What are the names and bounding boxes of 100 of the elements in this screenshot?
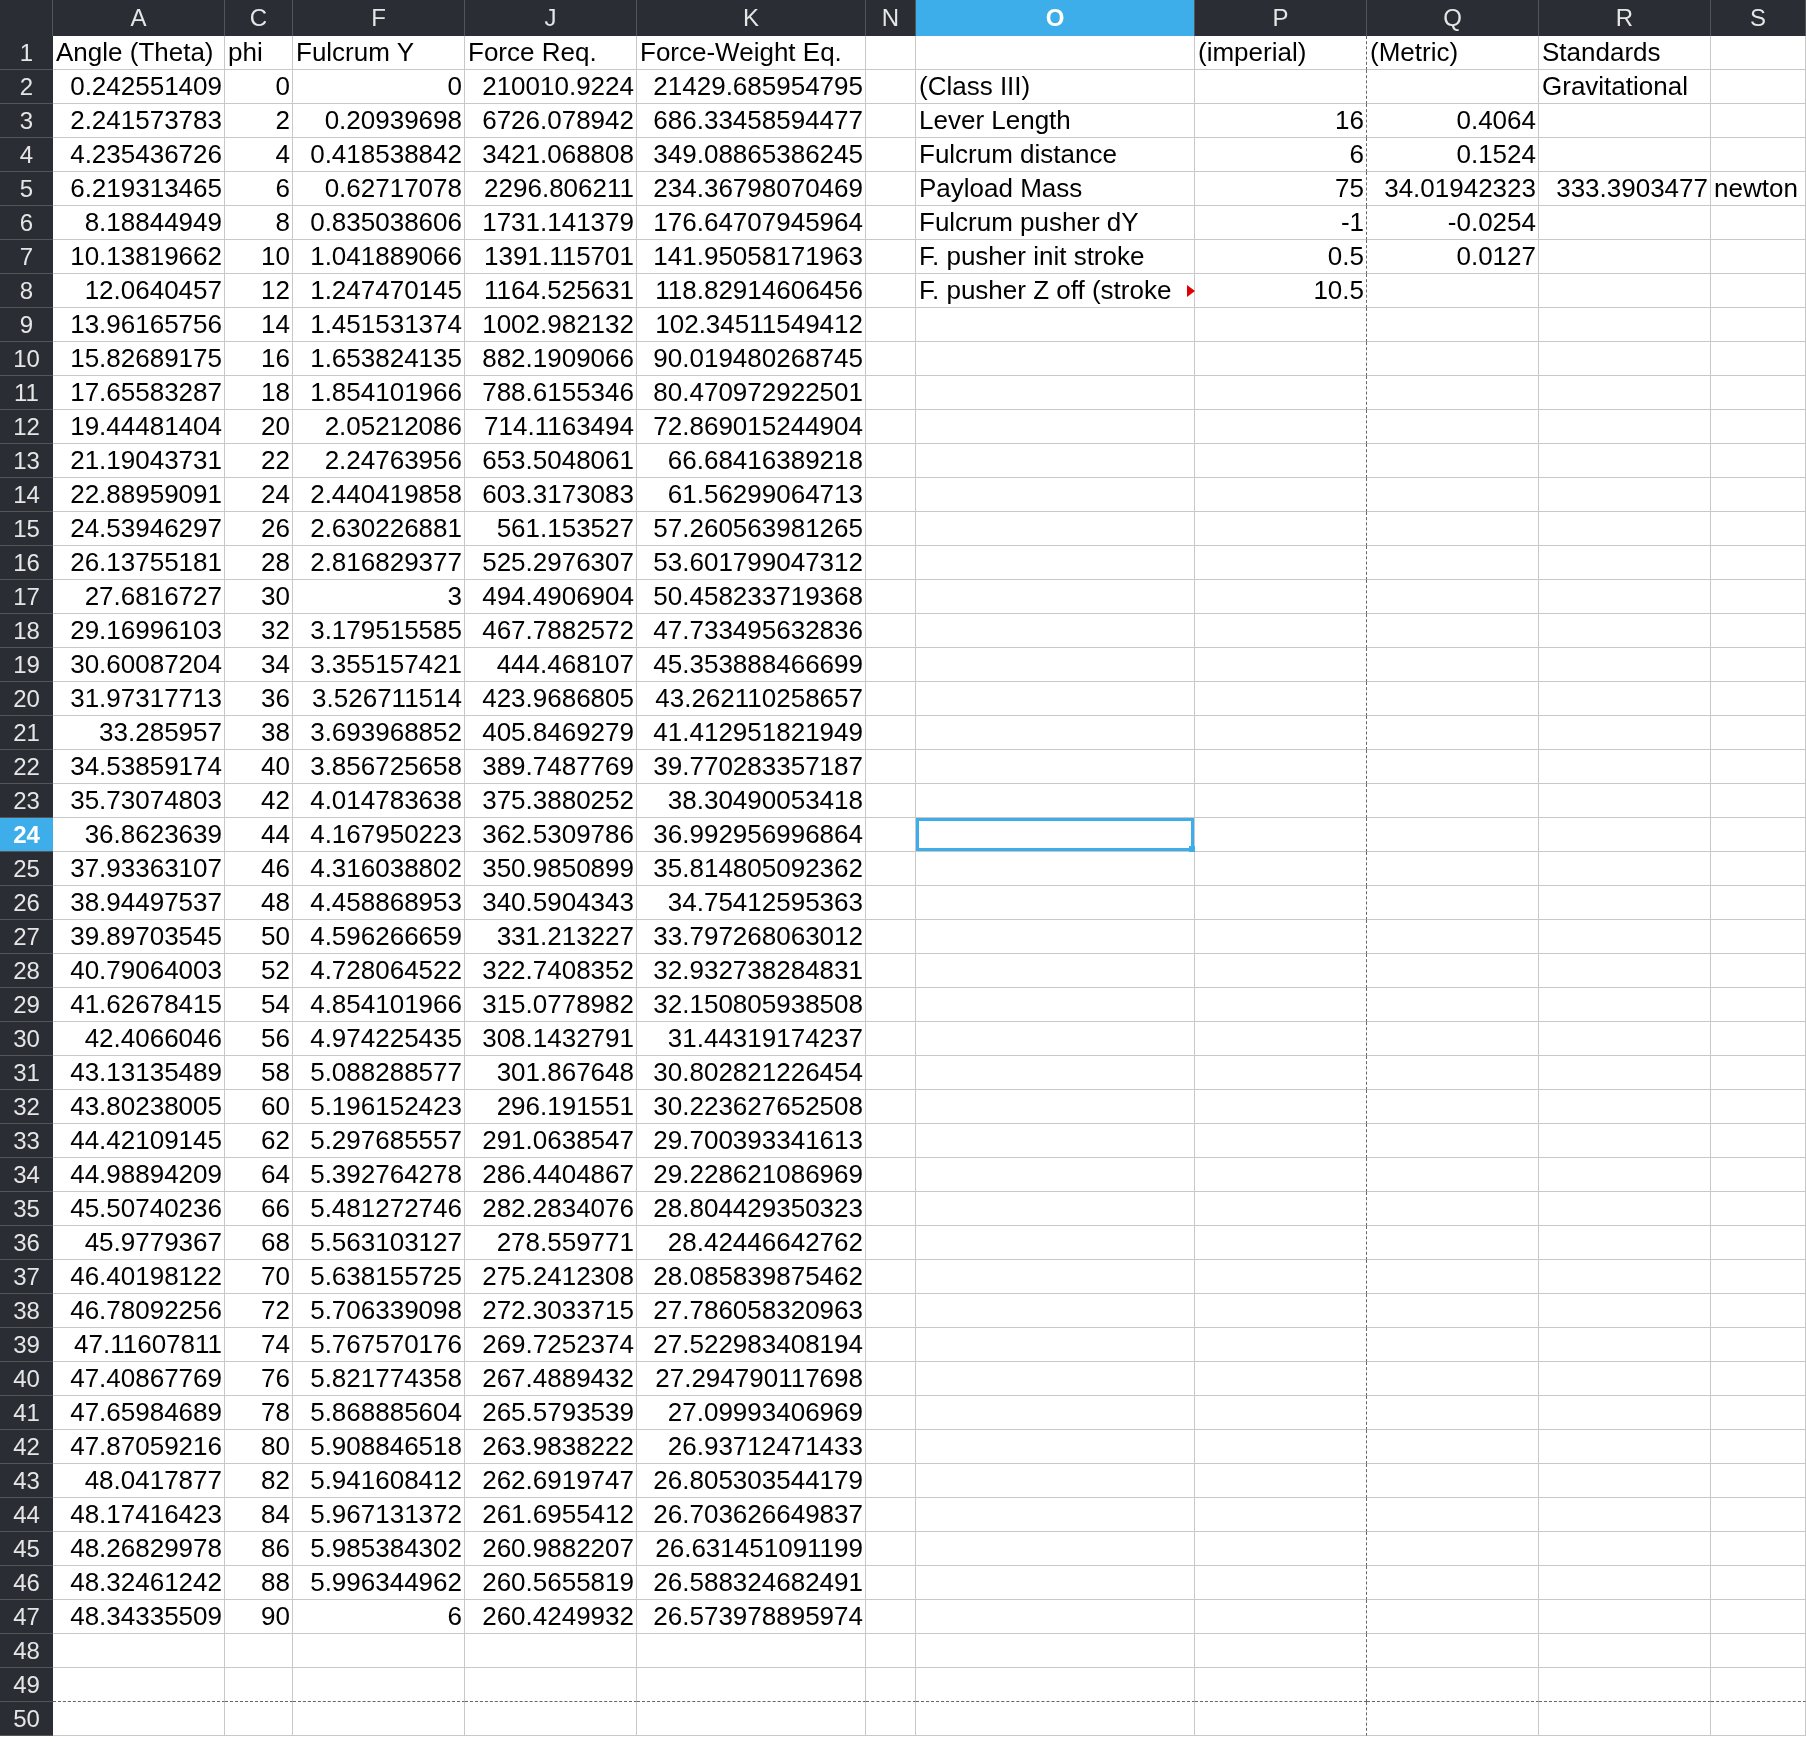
- table-cell[interactable]: 82: [225, 1464, 293, 1498]
- table-cell[interactable]: [1195, 376, 1367, 410]
- row-header[interactable]: 46: [0, 1566, 53, 1600]
- table-cell[interactable]: 1.451531374: [293, 308, 465, 342]
- table-cell[interactable]: 6.219313465: [53, 172, 225, 206]
- table-cell[interactable]: 46: [225, 852, 293, 886]
- table-cell[interactable]: 70: [225, 1260, 293, 1294]
- table-cell[interactable]: 16: [1195, 104, 1367, 138]
- row-header[interactable]: 19: [0, 648, 53, 682]
- table-cell[interactable]: [866, 1158, 916, 1192]
- table-cell[interactable]: 1164.525631: [465, 274, 637, 308]
- table-cell[interactable]: 45.353888466699: [637, 648, 866, 682]
- table-cell[interactable]: 90: [225, 1600, 293, 1634]
- row-header[interactable]: 13: [0, 444, 53, 478]
- table-cell[interactable]: 32.932738284831: [637, 954, 866, 988]
- row-header[interactable]: 49: [0, 1668, 53, 1702]
- table-cell[interactable]: [1195, 1294, 1367, 1328]
- table-cell[interactable]: 4.316038802: [293, 852, 465, 886]
- table-cell[interactable]: [1367, 614, 1539, 648]
- table-cell[interactable]: [1195, 70, 1367, 104]
- table-cell[interactable]: [1711, 308, 1806, 342]
- table-cell[interactable]: [916, 1430, 1195, 1464]
- row-header[interactable]: 43: [0, 1464, 53, 1498]
- table-cell[interactable]: 260.9882207: [465, 1532, 637, 1566]
- table-cell[interactable]: [1367, 1022, 1539, 1056]
- table-cell[interactable]: 0.835038606: [293, 206, 465, 240]
- table-cell[interactable]: 90.019480268745: [637, 342, 866, 376]
- table-cell[interactable]: 26.805303544179: [637, 1464, 866, 1498]
- table-cell[interactable]: [1367, 784, 1539, 818]
- table-cell[interactable]: [1195, 1022, 1367, 1056]
- table-cell[interactable]: 262.6919747: [465, 1464, 637, 1498]
- table-cell[interactable]: [1711, 410, 1806, 444]
- table-cell[interactable]: [1539, 716, 1711, 750]
- table-cell[interactable]: 3.355157421: [293, 648, 465, 682]
- table-cell[interactable]: [1711, 206, 1806, 240]
- table-cell[interactable]: Standards: [1539, 36, 1711, 70]
- table-cell[interactable]: 349.08865386245: [637, 138, 866, 172]
- table-cell[interactable]: [225, 1634, 293, 1668]
- row-header[interactable]: 3: [0, 104, 53, 138]
- row-header[interactable]: 29: [0, 988, 53, 1022]
- table-cell[interactable]: 46.40198122: [53, 1260, 225, 1294]
- table-cell[interactable]: [1195, 920, 1367, 954]
- table-cell[interactable]: [916, 308, 1195, 342]
- row-header[interactable]: 21: [0, 716, 53, 750]
- row-header[interactable]: 44: [0, 1498, 53, 1532]
- table-cell[interactable]: [1539, 1634, 1711, 1668]
- table-cell[interactable]: [1367, 1294, 1539, 1328]
- table-cell[interactable]: 6726.078942: [465, 104, 637, 138]
- table-cell[interactable]: 43.262110258657: [637, 682, 866, 716]
- table-cell[interactable]: [1195, 1192, 1367, 1226]
- table-cell[interactable]: 3.693968852: [293, 716, 465, 750]
- table-cell[interactable]: [916, 784, 1195, 818]
- table-cell[interactable]: [1367, 1328, 1539, 1362]
- table-cell[interactable]: [1367, 750, 1539, 784]
- table-cell[interactable]: 48: [225, 886, 293, 920]
- table-cell[interactable]: 1731.141379: [465, 206, 637, 240]
- table-cell[interactable]: 5.196152423: [293, 1090, 465, 1124]
- table-cell[interactable]: [866, 920, 916, 954]
- table-cell[interactable]: [1539, 1464, 1711, 1498]
- table-cell[interactable]: 44.98894209: [53, 1158, 225, 1192]
- table-cell[interactable]: [916, 1294, 1195, 1328]
- table-cell[interactable]: 882.1909066: [465, 342, 637, 376]
- table-cell[interactable]: 24.53946297: [53, 512, 225, 546]
- table-cell[interactable]: 36.8623639: [53, 818, 225, 852]
- table-cell[interactable]: 340.5904343: [465, 886, 637, 920]
- table-cell[interactable]: [1367, 1396, 1539, 1430]
- table-cell[interactable]: [1195, 1362, 1367, 1396]
- table-cell[interactable]: 26.588324682491: [637, 1566, 866, 1600]
- table-cell[interactable]: [866, 784, 916, 818]
- table-cell[interactable]: [866, 852, 916, 886]
- table-cell[interactable]: 26.573978895974: [637, 1600, 866, 1634]
- table-cell[interactable]: [1367, 1430, 1539, 1464]
- row-header[interactable]: 9: [0, 308, 53, 342]
- table-cell[interactable]: 26.703626649837: [637, 1498, 866, 1532]
- table-cell[interactable]: 48.34335509: [53, 1600, 225, 1634]
- table-cell[interactable]: 84: [225, 1498, 293, 1532]
- table-cell[interactable]: 50.458233719368: [637, 580, 866, 614]
- table-cell[interactable]: 47.733495632836: [637, 614, 866, 648]
- table-cell[interactable]: [916, 1464, 1195, 1498]
- table-cell[interactable]: [866, 104, 916, 138]
- table-cell[interactable]: [1539, 852, 1711, 886]
- table-cell[interactable]: [866, 172, 916, 206]
- table-cell[interactable]: 24: [225, 478, 293, 512]
- table-cell[interactable]: [1367, 1532, 1539, 1566]
- row-header[interactable]: 33: [0, 1124, 53, 1158]
- table-cell[interactable]: [1195, 852, 1367, 886]
- table-cell[interactable]: 322.7408352: [465, 954, 637, 988]
- table-cell[interactable]: [1367, 1226, 1539, 1260]
- row-header[interactable]: 18: [0, 614, 53, 648]
- table-cell[interactable]: 308.1432791: [465, 1022, 637, 1056]
- table-cell[interactable]: 5.563103127: [293, 1226, 465, 1260]
- table-cell[interactable]: [1711, 1464, 1806, 1498]
- row-header[interactable]: 27: [0, 920, 53, 954]
- table-cell[interactable]: [916, 1056, 1195, 1090]
- table-cell[interactable]: 0.4064: [1367, 104, 1539, 138]
- table-cell[interactable]: 12: [225, 274, 293, 308]
- table-cell[interactable]: [1711, 546, 1806, 580]
- column-header[interactable]: A: [53, 0, 225, 36]
- table-cell[interactable]: 2: [225, 104, 293, 138]
- table-cell[interactable]: 41.412951821949: [637, 716, 866, 750]
